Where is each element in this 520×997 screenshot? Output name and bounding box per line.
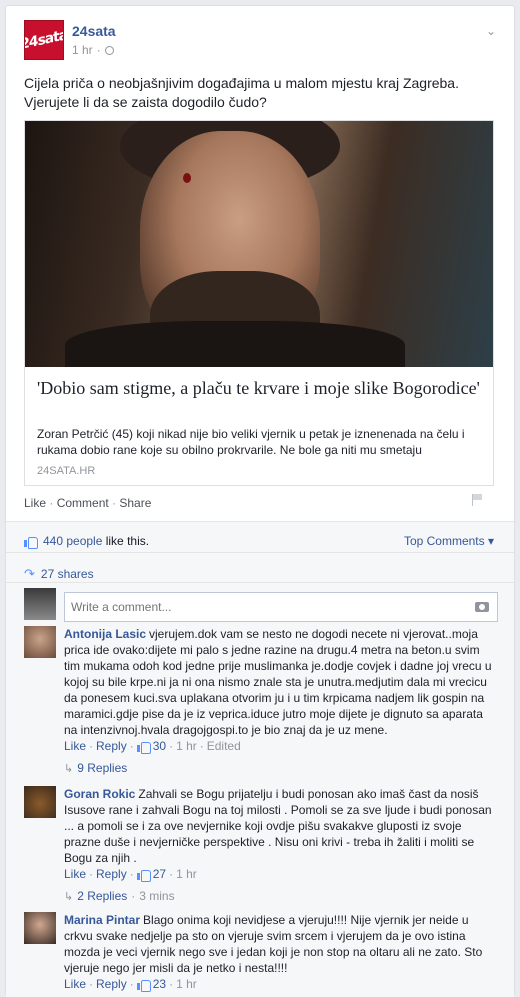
- comment-avatar[interactable]: [24, 626, 56, 658]
- chevron-down-icon[interactable]: ⌄: [486, 24, 496, 38]
- likes-suffix: like this.: [102, 534, 150, 548]
- comment-time[interactable]: 1 hr: [176, 866, 197, 882]
- replies-time: 3 mins: [139, 889, 175, 903]
- post-actions: Like · Comment · Share: [24, 496, 151, 510]
- page-logo[interactable]: 24sata: [24, 20, 64, 60]
- camera-icon[interactable]: [475, 602, 489, 612]
- post-time: 1 hr ·: [72, 43, 114, 57]
- comment-reply-button[interactable]: Reply: [96, 976, 127, 992]
- comment-author[interactable]: Goran Rokic: [64, 787, 135, 801]
- comment-time[interactable]: 1 hr: [176, 976, 197, 992]
- like-thumb-icon: [24, 535, 38, 549]
- image-shirt: [65, 321, 405, 367]
- comment-avatar[interactable]: [24, 786, 56, 818]
- action-sep: ·: [108, 496, 120, 510]
- flag-icon[interactable]: [472, 494, 482, 506]
- likes-summary: 440 people like this.: [24, 534, 150, 549]
- reply-arrow-icon: ↳: [64, 762, 74, 775]
- logo-text: 24sata: [24, 27, 64, 53]
- like-button[interactable]: Like: [24, 496, 46, 510]
- shares-summary[interactable]: ↷ 27 shares: [24, 566, 94, 582]
- comment-edited[interactable]: Edited: [207, 738, 241, 754]
- page-name[interactable]: 24sata: [72, 23, 116, 39]
- image-wound: [183, 173, 191, 183]
- view-replies[interactable]: ↳ 2 Replies · 3 mins: [64, 889, 175, 903]
- likes-link[interactable]: 440 people: [43, 534, 102, 548]
- share-arrow-icon: ↷: [24, 566, 35, 581]
- share-description: Zoran Petrčić (45) koji nikad nije bio v…: [37, 427, 465, 457]
- comment-like-button[interactable]: Like: [64, 866, 86, 882]
- comment-author[interactable]: Antonija Lasic: [64, 627, 146, 641]
- reply-arrow-icon: ↳: [64, 890, 74, 903]
- like-thumb-icon: [136, 868, 151, 882]
- comment-meta: Like · Reply · 30 · 1 hr · Edited: [64, 738, 241, 754]
- comment-body: Goran Rokic Zahvali se Bogu prijatelju i …: [64, 786, 498, 882]
- comment-button[interactable]: Comment: [57, 496, 109, 510]
- comment-like-count[interactable]: 23: [153, 976, 166, 992]
- share-domain: 24SATA.HR: [37, 465, 96, 477]
- post-time-text[interactable]: 1 hr: [72, 43, 93, 57]
- comment-meta: Like · Reply · 27 · 1 hr: [64, 866, 197, 882]
- share-image[interactable]: [25, 121, 493, 367]
- comment-input[interactable]: [65, 593, 455, 621]
- comment-text: vjerujem.dok vam se nesto ne dogodi nece…: [64, 627, 492, 737]
- comment-time[interactable]: 1 hr: [176, 738, 197, 754]
- comment-reply-button[interactable]: Reply: [96, 738, 127, 754]
- replies-count[interactable]: 9 Replies: [77, 761, 127, 775]
- comment-composer[interactable]: [64, 592, 498, 622]
- top-comments-dropdown[interactable]: Top Comments ▾: [404, 534, 494, 548]
- divider: [6, 552, 514, 553]
- shares-count[interactable]: 27 shares: [41, 567, 94, 581]
- comment-like-button[interactable]: Like: [64, 738, 86, 754]
- comment-like-count[interactable]: 27: [153, 866, 166, 882]
- comment-meta: Like · Reply · 23 · 1 hr: [64, 976, 197, 992]
- user-avatar[interactable]: [24, 588, 56, 620]
- globe-icon: [104, 45, 114, 55]
- post-card: 24sata 24sata 1 hr · ⌄ Cijela priča o ne…: [5, 5, 515, 997]
- dot-separator: ·: [96, 43, 101, 57]
- comment-avatar[interactable]: [24, 912, 56, 944]
- comment-reply-button[interactable]: Reply: [96, 866, 127, 882]
- action-sep: ·: [46, 496, 57, 510]
- share-button[interactable]: Share: [119, 496, 151, 510]
- like-thumb-icon: [136, 978, 151, 992]
- post-text: Cijela priča o neobjašnjivim događajima …: [24, 75, 459, 110]
- comment-like-button[interactable]: Like: [64, 976, 86, 992]
- comment-body: Marina Pintar Blago onima koji nevidjese …: [64, 912, 498, 992]
- comment-like-count[interactable]: 30: [153, 738, 166, 754]
- divider: [6, 521, 514, 522]
- like-thumb-icon: [136, 740, 151, 754]
- view-replies[interactable]: ↳ 9 Replies: [64, 761, 127, 775]
- divider: [6, 582, 514, 583]
- share-title[interactable]: 'Dobio sam stigme, a plaču te krvare i m…: [37, 377, 487, 400]
- post-header: 24sata 24sata 1 hr · ⌄: [24, 20, 496, 60]
- replies-count[interactable]: 2 Replies: [77, 889, 127, 903]
- comment-author[interactable]: Marina Pintar: [64, 913, 140, 927]
- link-share-card[interactable]: 'Dobio sam stigme, a plaču te krvare i m…: [24, 120, 494, 486]
- comment-body: Antonija Lasic vjerujem.dok vam se nesto …: [64, 626, 498, 754]
